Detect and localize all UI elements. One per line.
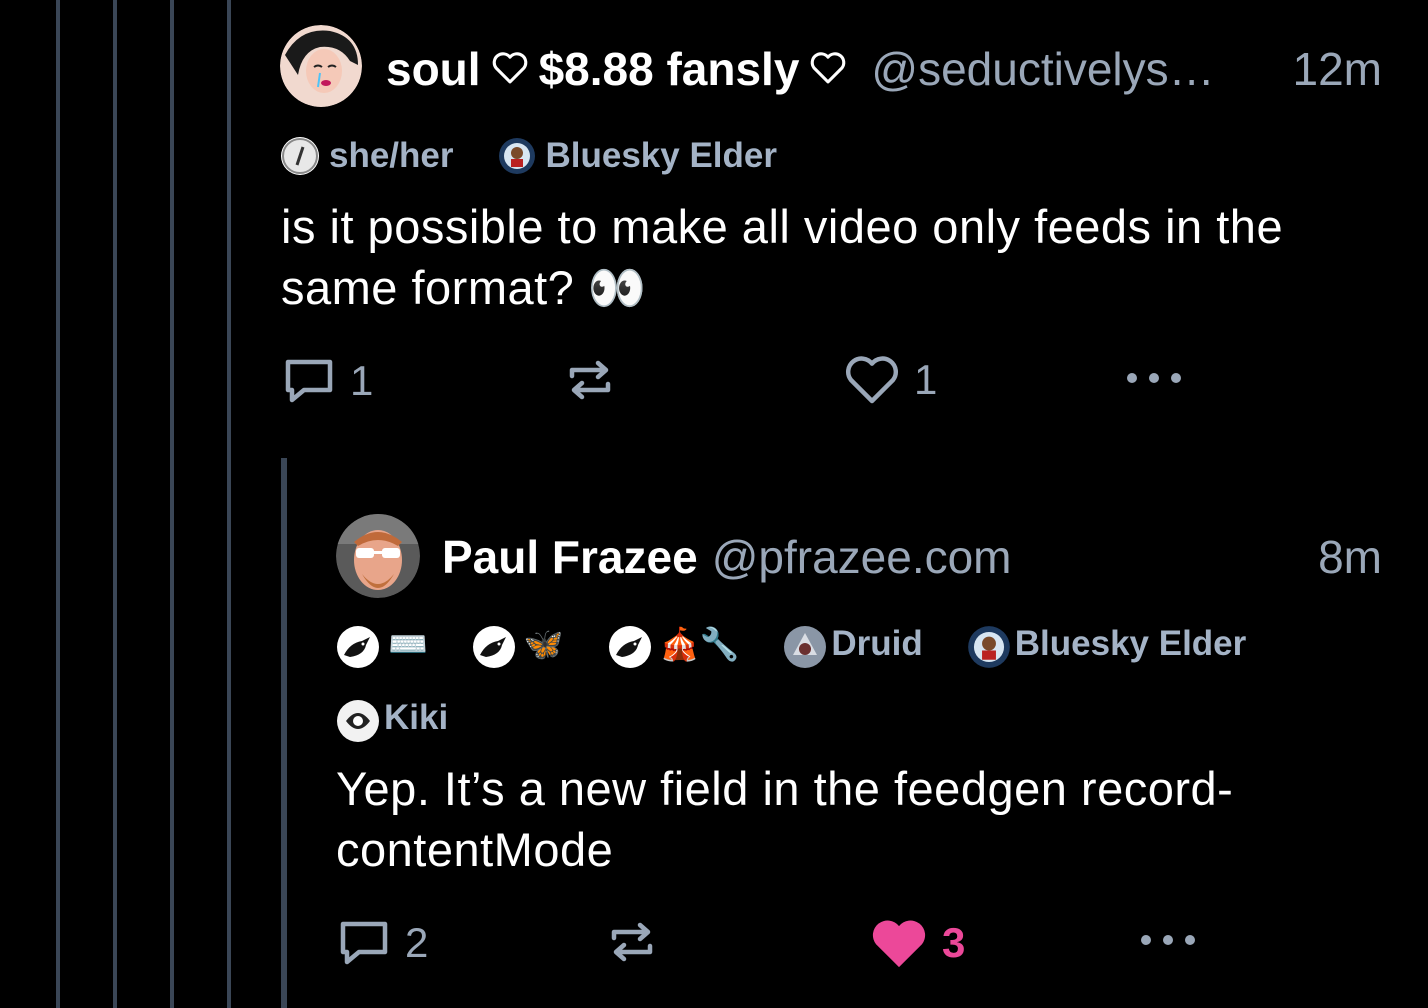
reply-icon [285,359,333,403]
avatar[interactable] [336,514,420,598]
more-icon [1127,373,1181,383]
display-name-part2[interactable]: $8.88 fansly [539,42,800,96]
thread-line [227,0,231,1008]
bird-icon [608,625,651,668]
reply-button[interactable]: 1 [282,356,373,406]
thread-line [113,0,117,1008]
labels-row: Kiki [336,698,492,742]
labels-row: ⌨️ 🦋 🎪🔧 Druid Bluesky Elder [336,624,1290,668]
thread-line [170,0,174,1008]
reply-count: 1 [350,357,374,404]
label-pronouns[interactable]: she/her [281,136,454,176]
label-kiki[interactable]: Kiki [336,698,448,742]
elder-badge-icon [498,137,536,175]
heart-outline-icon [491,42,529,96]
reply-thread-line [281,458,287,1008]
labels-row: she/her Bluesky Elder [281,136,821,176]
elder-badge-icon [967,625,1010,668]
druid-badge-icon [783,625,827,668]
heart-outline-icon [809,42,847,96]
display-name[interactable]: Paul Frazee [442,530,698,584]
label-druid[interactable]: Druid [783,624,923,668]
label-circus-wrench[interactable]: 🎪🔧 [608,625,739,668]
handle[interactable]: @pfrazee.com [712,530,1012,584]
bird-icon [472,625,515,668]
like-count: 3 [942,919,966,966]
reply-button[interactable]: 2 [337,918,428,968]
post-text: Yep. It’s a new field in the feedgen rec… [336,762,1234,876]
repost-icon [611,922,653,962]
kiki-icon [336,699,379,742]
display-name[interactable]: soul [386,42,481,96]
slash-circle-icon [281,137,319,175]
post-header: soul $8.88 fansly @seductivelys… [386,42,1215,96]
post-text: is it possible to make all video only fe… [281,200,1284,314]
reply-count: 2 [405,919,429,966]
like-count: 1 [914,356,938,403]
heart-outline-icon [845,356,899,404]
heart-filled-icon [872,920,926,968]
more-button[interactable] [1124,356,1188,400]
reply-icon [340,921,388,965]
label-bluesky-elder[interactable]: Bluesky Elder [967,624,1246,668]
repost-button[interactable] [564,354,616,406]
post-time[interactable]: 8m [1318,530,1382,584]
label-butterfly[interactable]: 🦋 [472,625,564,668]
like-button[interactable]: 1 [844,354,937,406]
bird-icon [336,625,379,668]
repost-icon [569,360,611,400]
repost-button[interactable] [606,916,658,968]
handle[interactable]: @seductivelys… [871,42,1214,96]
label-bluesky-elder[interactable]: Bluesky Elder [498,136,777,176]
like-button[interactable]: 3 [870,916,965,970]
thread-line [56,0,60,1008]
avatar[interactable] [280,25,362,107]
more-button[interactable] [1138,918,1202,962]
more-icon [1141,935,1195,945]
label-keyboard[interactable]: ⌨️ [336,625,428,668]
post-header: Paul Frazee @pfrazee.com [442,530,1012,584]
post-time[interactable]: 12m [1293,42,1382,96]
